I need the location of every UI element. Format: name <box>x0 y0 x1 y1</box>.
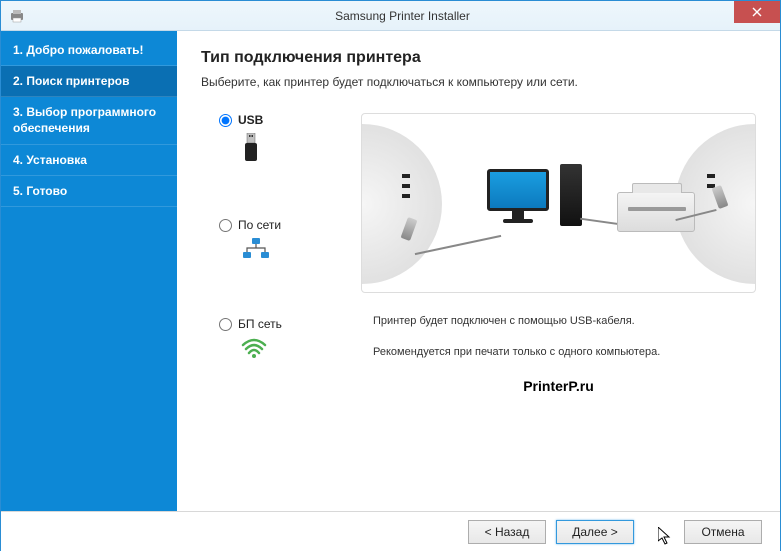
next-button[interactable]: Далее > <box>556 520 634 544</box>
page-title: Тип подключения принтера <box>201 49 756 67</box>
option-wireless[interactable]: БП сеть <box>219 317 331 364</box>
content-panel: Тип подключения принтера Выберите, как п… <box>177 31 780 511</box>
wizard-footer: < Назад Далее > Отмена <box>1 511 780 551</box>
wifi-icon <box>241 337 331 364</box>
connection-options: USB По сети <box>201 113 331 364</box>
back-button[interactable]: < Назад <box>468 520 546 544</box>
detail-line1: Принтер будет подключен с помощью USB-ка… <box>373 313 756 330</box>
wizard-sidebar: 1. Добро пожаловать! 2. Поиск принтеров … <box>1 31 177 511</box>
option-usb-label: USB <box>238 113 263 127</box>
detail-text: Принтер будет подключен с помощью USB-ка… <box>373 313 756 360</box>
radio-usb[interactable] <box>219 114 232 127</box>
sidebar-step-software[interactable]: 3. Выбор программного обеспечения <box>1 97 177 145</box>
option-wireless-label: БП сеть <box>238 317 282 331</box>
usb-icon <box>241 133 331 168</box>
printer-app-icon <box>9 8 25 24</box>
window-title: Samsung Printer Installer <box>25 9 780 23</box>
sidebar-step-welcome[interactable]: 1. Добро пожаловать! <box>1 35 177 66</box>
option-network-label: По сети <box>238 218 281 232</box>
main-area: 1. Добро пожаловать! 2. Поиск принтеров … <box>1 31 780 511</box>
connection-illustration <box>361 113 756 293</box>
sidebar-step-install[interactable]: 4. Установка <box>1 145 177 176</box>
close-icon <box>752 7 762 17</box>
option-network[interactable]: По сети <box>219 218 331 267</box>
close-button[interactable] <box>734 1 780 23</box>
option-usb[interactable]: USB <box>219 113 331 168</box>
watermark-text: PrinterP.ru <box>361 378 756 394</box>
page-subtitle: Выберите, как принтер будет подключаться… <box>201 75 756 89</box>
cancel-button[interactable]: Отмена <box>684 520 762 544</box>
option-detail: Принтер будет подключен с помощью USB-ка… <box>361 113 756 394</box>
sidebar-step-search[interactable]: 2. Поиск принтеров <box>1 66 177 97</box>
radio-network[interactable] <box>219 219 232 232</box>
sidebar-step-done[interactable]: 5. Готово <box>1 176 177 207</box>
radio-wireless[interactable] <box>219 318 232 331</box>
network-icon <box>241 238 331 267</box>
titlebar: Samsung Printer Installer <box>1 1 780 31</box>
detail-line2: Рекомендуется при печати только с одного… <box>373 344 756 361</box>
